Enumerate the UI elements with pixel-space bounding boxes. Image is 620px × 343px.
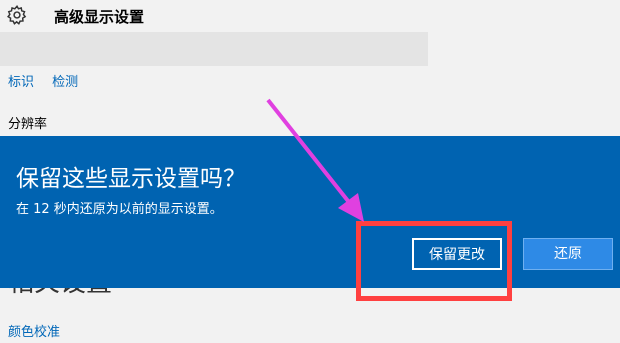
pointer-arrow-icon bbox=[266, 98, 364, 222]
